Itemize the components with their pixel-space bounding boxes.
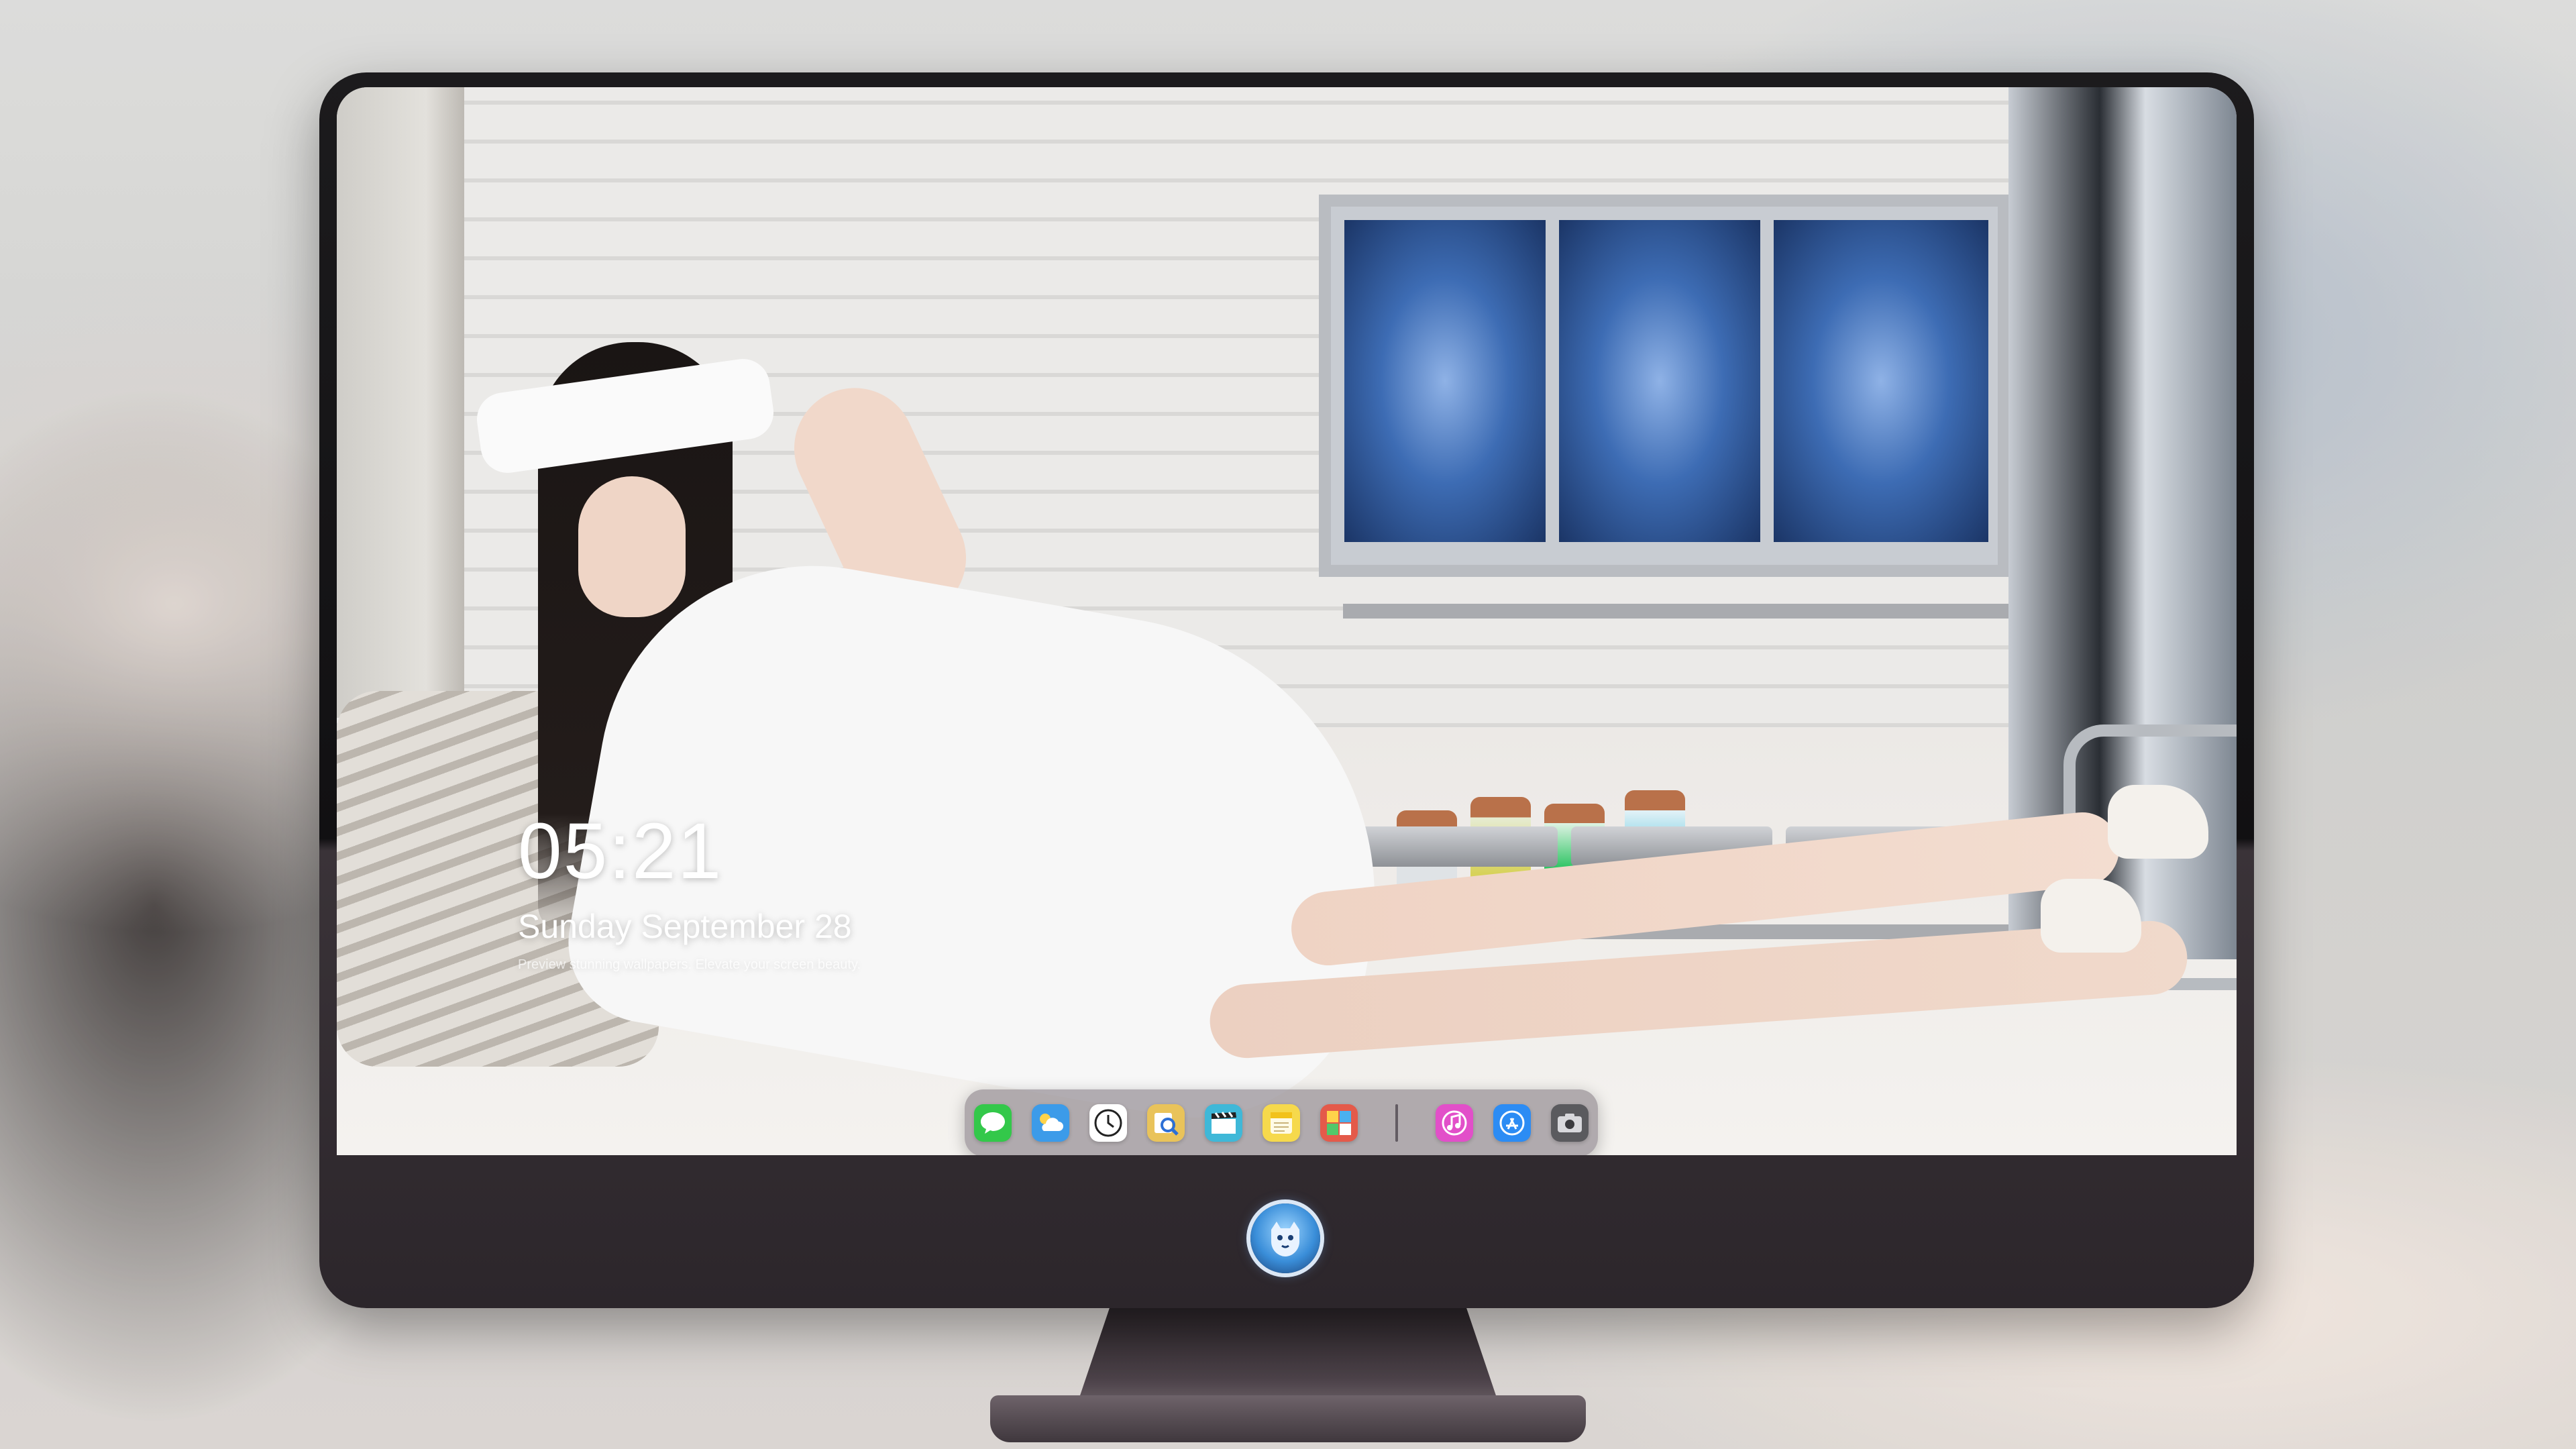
wallpaper-xray-viewer	[1319, 195, 2010, 577]
photo-grid-icon[interactable]	[1320, 1104, 1358, 1142]
dock-separator	[1395, 1104, 1398, 1142]
notes-icon[interactable]	[1263, 1104, 1300, 1142]
camera-icon[interactable]	[1551, 1104, 1589, 1142]
clapperboard-icon[interactable]	[1205, 1104, 1242, 1142]
lock-tagline: Preview stunning wallpapers. Elevate you…	[518, 957, 861, 972]
monitor-stand-base	[990, 1395, 1586, 1442]
clock-icon[interactable]	[1089, 1104, 1127, 1142]
message-bubble-icon[interactable]	[974, 1104, 1012, 1142]
brand-logo-icon	[1250, 1203, 1320, 1273]
monitor-frame: 05:21 Sunday September 28 Preview stunni…	[319, 72, 2254, 1308]
screen-wallpaper: 05:21 Sunday September 28 Preview stunni…	[337, 87, 2237, 1155]
preview-icon[interactable]	[1147, 1104, 1185, 1142]
lock-time: 05:21	[518, 807, 723, 896]
dock	[965, 1089, 1598, 1155]
app-store-icon[interactable]	[1493, 1104, 1531, 1142]
cloud-sun-icon[interactable]	[1032, 1104, 1069, 1142]
lock-screen-info: 05:21 Sunday September 28 Preview stunni…	[518, 812, 861, 973]
desktop-background: 05:21 Sunday September 28 Preview stunni…	[0, 0, 2576, 1449]
wallpaper-shelf	[337, 87, 464, 718]
music-note-icon[interactable]	[1436, 1104, 1473, 1142]
lock-date: Sunday September 28	[518, 908, 852, 945]
monitor-stand	[1076, 1307, 1500, 1407]
